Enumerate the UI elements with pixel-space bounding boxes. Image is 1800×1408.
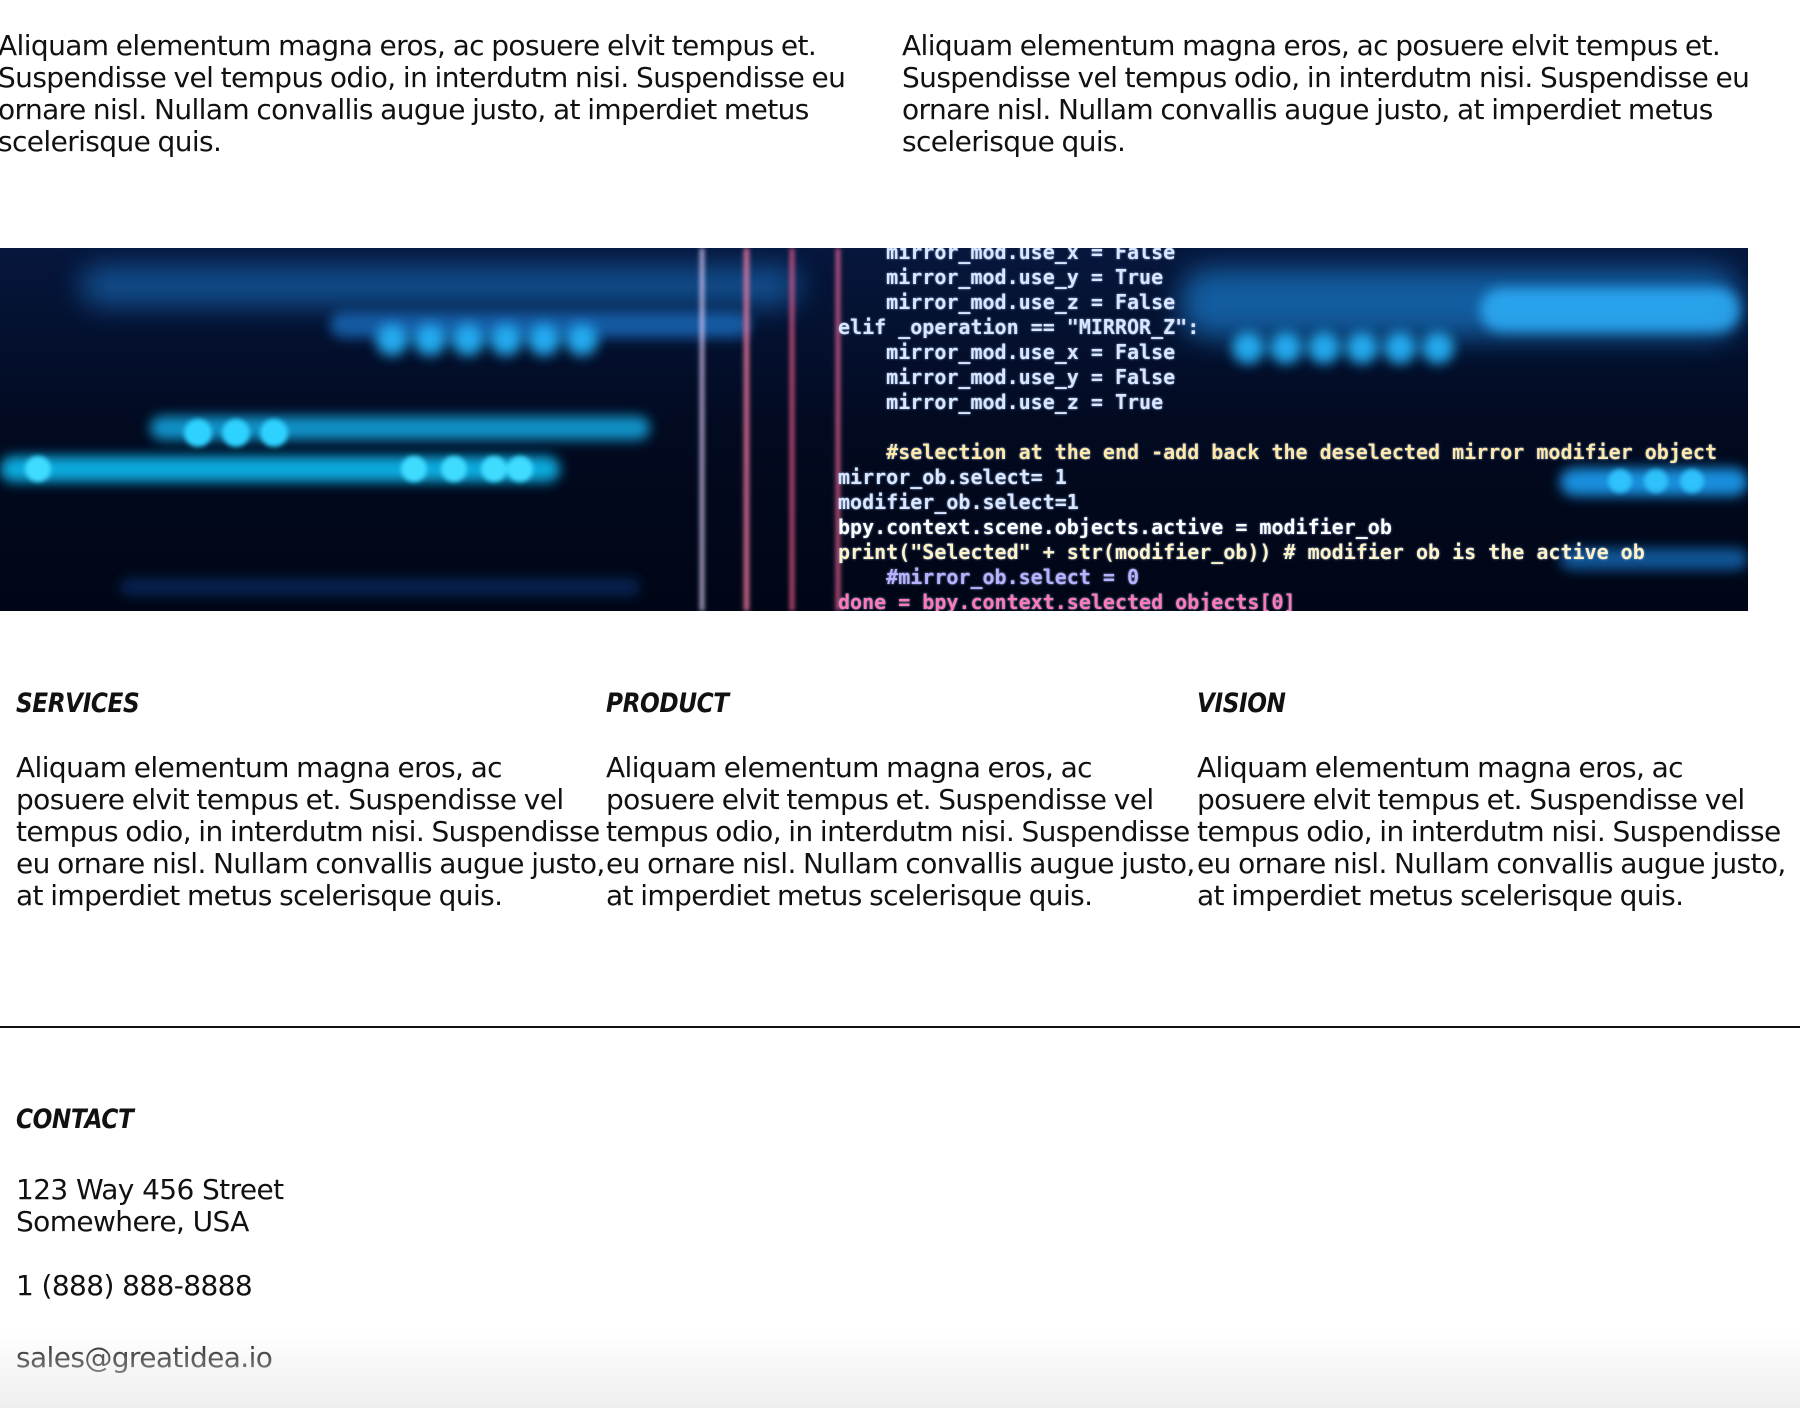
code-line: bpy.context.scene.objects.active = modif…	[838, 515, 1392, 539]
code-line: mirror_ob.select= 1	[838, 465, 1067, 489]
code-line: mirror_mod.use_z = False	[838, 290, 1176, 314]
feature-text-vision: Aliquam elementum magna eros, ac posuere…	[1197, 751, 1786, 912]
code-line: #selection at the end -add back the dese…	[838, 440, 1717, 464]
address-line-2: Somewhere, USA	[16, 1205, 249, 1238]
page: Aliquam elementum magna eros, ac posuere…	[0, 0, 1800, 1408]
feature-vision: Vision Aliquam elementum magna eros, ac …	[1197, 682, 1787, 912]
intro-section: Aliquam elementum magna eros, ac posuere…	[0, 30, 1800, 170]
feature-product: Product Aliquam elementum magna eros, ac…	[606, 682, 1196, 912]
code-snippet: mirror_mod.use_x = False mirror_mod.use_…	[838, 248, 1738, 611]
feature-services: Services Aliquam elementum magna eros, a…	[16, 682, 606, 912]
section-divider	[0, 1026, 1800, 1028]
contact-section: Contact 123 Way 456 Street Somewhere, US…	[16, 1098, 816, 1398]
contact-heading: Contact	[16, 1104, 134, 1135]
feature-text-services: Aliquam elementum magna eros, ac posuere…	[16, 751, 605, 912]
intro-paragraph-right: Aliquam elementum magna eros, ac posuere…	[902, 29, 1750, 158]
code-line: #mirror_ob.select = 0	[838, 565, 1140, 589]
address-line-1: 123 Way 456 Street	[16, 1173, 284, 1206]
email-link[interactable]: sales@greatidea.io	[16, 1342, 273, 1374]
code-line: done = bpy.context.selected_objects[0]	[838, 590, 1296, 611]
code-line: mirror_mod.use_x = False	[838, 248, 1176, 264]
code-line: elif _operation == "MIRROR_Z":	[838, 315, 1200, 339]
code-line: mirror_mod.use_z = True	[838, 390, 1164, 414]
code-line: mirror_mod.use_y = True	[838, 265, 1164, 289]
feature-heading-vision: Vision	[1197, 688, 1286, 719]
code-line: mirror_mod.use_y = False	[838, 365, 1176, 389]
code-line: modifier_ob.select=1	[838, 490, 1079, 514]
code-line: mirror_mod.use_x = False	[838, 340, 1176, 364]
feature-heading-services: Services	[16, 688, 140, 719]
code-banner-image: mirror_mod.use_x = False mirror_mod.use_…	[0, 248, 1748, 611]
features-section: Services Aliquam elementum magna eros, a…	[0, 682, 1800, 922]
intro-paragraph-left: Aliquam elementum magna eros, ac posuere…	[0, 29, 846, 158]
feature-heading-product: Product	[606, 688, 729, 719]
phone-number[interactable]: 1 (888) 888-8888	[16, 1270, 253, 1302]
code-line: print("Selected" + str(modifier_ob)) # m…	[838, 540, 1645, 564]
feature-text-product: Aliquam elementum magna eros, ac posuere…	[606, 751, 1195, 912]
